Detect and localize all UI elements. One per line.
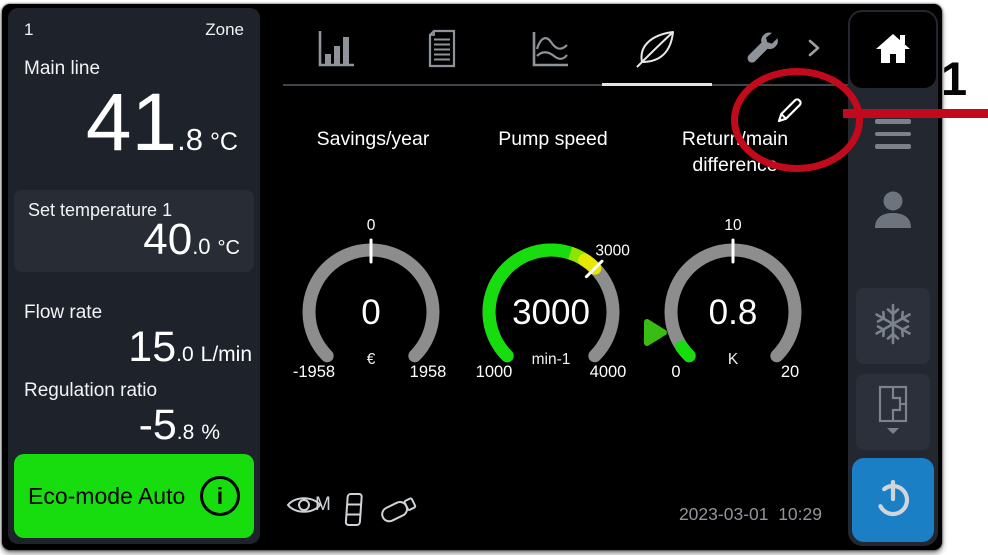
trend-chart-icon [527, 26, 571, 75]
user-icon [871, 190, 915, 235]
svg-text:0: 0 [671, 363, 680, 381]
sidebar-item-zones[interactable] [856, 374, 930, 450]
flow-rate-value: 15 .0 L/min [128, 326, 252, 369]
zone-label: Zone [205, 20, 244, 40]
regulation-ratio-unit: % [201, 422, 220, 443]
info-icon[interactable]: i [200, 476, 240, 516]
annotation-line [843, 109, 988, 118]
zone-panel: 1 Zone Main line 41 .8 °C Set temperatur… [8, 8, 260, 544]
zones-icon [873, 384, 913, 441]
regulation-ratio-label: Regulation ratio [24, 380, 157, 402]
svg-text:3000: 3000 [595, 243, 630, 260]
svg-text:3000: 3000 [512, 293, 590, 332]
flow-rate-int: 15 [128, 326, 176, 369]
flow-rate-unit: L/min [201, 344, 252, 365]
main-line-unit: °C [210, 130, 238, 155]
svg-text:20: 20 [781, 363, 799, 381]
svg-text:0: 0 [361, 293, 380, 332]
zone-number: 1 [24, 20, 33, 40]
chevron-right-icon [807, 38, 821, 63]
hamburger-icon [875, 119, 911, 149]
datetime: 2023-03-01 10:29 [679, 504, 822, 525]
snowflake-icon [871, 300, 915, 353]
document-icon [420, 26, 464, 75]
svg-text:€: € [367, 351, 376, 368]
regulation-ratio-value: -5 .8 % [139, 404, 220, 447]
svg-text:min-1: min-1 [532, 351, 571, 368]
svg-text:10: 10 [724, 217, 742, 234]
svg-text:1000: 1000 [476, 363, 513, 381]
wrench-icon [741, 26, 785, 75]
svg-text:1958: 1958 [410, 363, 447, 381]
home-icon [874, 31, 912, 70]
monitor-letter: M [315, 494, 331, 523]
svg-text:-1958: -1958 [293, 363, 335, 381]
tab-eco[interactable] [634, 28, 678, 72]
bar-chart-icon [313, 26, 357, 75]
svg-text:0.8: 0.8 [709, 293, 758, 332]
tab-service[interactable] [741, 28, 785, 72]
flow-rate-dec: .0 [176, 344, 194, 365]
gauge-title-pump: Pump speed [468, 126, 638, 152]
page: { "colors": { "gauge_gray": "#8d8d8d", "… [0, 0, 988, 555]
set-temperature-card[interactable]: Set temperature 1 40 .0 °C [14, 190, 254, 272]
svg-text:4000: 4000 [590, 363, 627, 381]
sidebar-item-power[interactable] [852, 458, 934, 542]
main-line-int: 41 [86, 82, 177, 164]
sidebar-item-user[interactable] [858, 180, 928, 244]
gauge-pump-speed: 3000 3000 min-1 1000 4000 [456, 212, 646, 382]
main-line-value: 41 .8 °C [86, 82, 238, 164]
set-temperature-dec: .0 [192, 236, 210, 258]
svg-text:K: K [728, 351, 739, 368]
gauge-title-savings: Savings/year [288, 126, 458, 152]
power-icon [871, 476, 915, 525]
eco-mode-label: Eco-mode Auto [28, 483, 185, 510]
status-icons: M [286, 492, 423, 533]
tab-more[interactable] [798, 28, 830, 72]
main-line-dec: .8 [177, 124, 203, 155]
eco-mode-button[interactable]: Eco-mode Auto i [14, 454, 254, 538]
usb-drive-icon [377, 492, 423, 531]
set-temperature-int: 40 [143, 218, 192, 262]
module-icon [343, 492, 365, 533]
sidebar-item-home[interactable] [850, 12, 936, 88]
tab-active-indicator [602, 83, 712, 86]
green-arrow-indicator [647, 322, 664, 343]
annotation-circle [731, 68, 863, 172]
flow-rate-label: Flow rate [24, 302, 102, 324]
set-temperature-unit: °C [218, 238, 240, 258]
svg-text:0: 0 [367, 217, 376, 234]
regulation-ratio-int: -5 [139, 404, 177, 447]
tab-trends[interactable] [527, 28, 571, 72]
monitor-eye-indicator: M [286, 492, 331, 523]
gauge-savings: 0 0 € -1958 1958 [276, 212, 466, 382]
set-temperature-value: 40 .0 °C [143, 218, 240, 262]
tab-statistics[interactable] [313, 28, 357, 72]
sidebar-item-defrost[interactable] [856, 288, 930, 364]
tab-report[interactable] [420, 28, 464, 72]
gauge-return-difference: 10 0.8 K 0 20 [638, 212, 828, 382]
regulation-ratio-dec: .8 [177, 422, 195, 443]
annotation-number: 1 [941, 55, 967, 102]
zone-header[interactable]: 1 Zone [24, 20, 244, 40]
leaf-icon [634, 26, 678, 75]
